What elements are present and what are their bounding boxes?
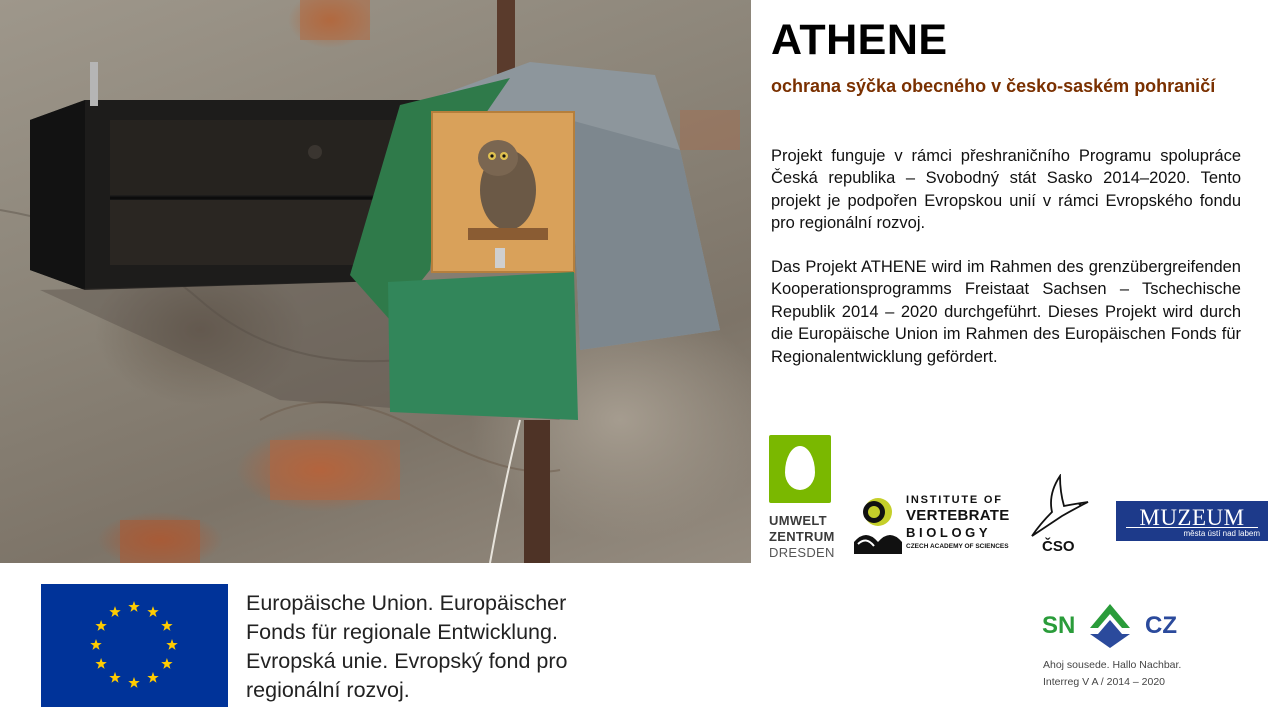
eu-flag-icon bbox=[41, 584, 228, 707]
sncz-cz: CZ bbox=[1145, 612, 1177, 639]
eu-funding-text: Europäische Union. Europäischer Fonds fü… bbox=[246, 589, 666, 705]
eu-text-line2: Fonds für regionale Entwicklung. bbox=[246, 620, 558, 644]
muzeum-usti-logo: MUZEUM města ústí nad labem bbox=[1116, 501, 1268, 541]
uz-line3: DRESDEN bbox=[769, 545, 835, 560]
eu-star-icon bbox=[128, 601, 140, 612]
owl-nest-box-photo bbox=[0, 0, 751, 563]
sncz-program: Interreg V A / 2014 – 2020 bbox=[1043, 676, 1166, 688]
eu-star-icon bbox=[109, 606, 121, 617]
ivb-line2: VERTEBRATE bbox=[906, 507, 1010, 524]
sncz-sn: SN bbox=[1042, 612, 1076, 639]
bird-and-fish-icon bbox=[854, 498, 902, 554]
project-title: ATHENE bbox=[771, 16, 948, 64]
photo-illustration bbox=[0, 0, 740, 563]
uz-line2: ZENTRUM bbox=[769, 529, 835, 544]
interreg-sn-cz-logo: SN CZ Ahoj sousede. Hallo Nachbar. Inter… bbox=[1036, 596, 1186, 696]
egg-logo-icon bbox=[769, 435, 831, 503]
bridge-icon bbox=[1090, 604, 1130, 648]
eu-star-icon bbox=[147, 671, 159, 683]
ivb-logo: INSTITUTE OF VERTEBRATE BIOLOGY CZECH AC… bbox=[852, 494, 1012, 558]
sncz-tagline: Ahoj sousede. Hallo Nachbar. bbox=[1043, 659, 1182, 671]
eu-text-line1: Europäische Union. Europäischer bbox=[246, 591, 567, 615]
eu-star-icon bbox=[161, 658, 173, 669]
eu-star-icon bbox=[147, 606, 159, 617]
paragraph-german: Das Projekt ATHENE wird im Rahmen des gr… bbox=[771, 258, 1241, 366]
eu-star-icon bbox=[95, 620, 107, 631]
ivb-line3: BIOLOGY bbox=[906, 525, 992, 540]
eu-star-icon bbox=[161, 620, 173, 631]
eu-text-line3: Evropská unie. Evropský fond pro bbox=[246, 649, 568, 673]
eu-text-line4: regionální rozvoj. bbox=[246, 678, 410, 702]
ivb-line1: INSTITUTE OF bbox=[906, 494, 1003, 506]
uz-line1: UMWELT bbox=[769, 513, 827, 528]
eu-star-icon bbox=[166, 639, 178, 650]
eu-stars-circle bbox=[90, 601, 178, 688]
cso-label: ČSO bbox=[1042, 538, 1075, 555]
umweltzentrum-dresden-logo: UMWELT ZENTRUM DRESDEN bbox=[769, 435, 841, 561]
eu-star-icon bbox=[95, 658, 107, 669]
swallow-icon bbox=[1031, 474, 1089, 537]
muzeum-city: města ústí nad labem bbox=[1183, 529, 1260, 538]
eu-star-icon bbox=[128, 677, 140, 688]
muzeum-divider bbox=[1126, 527, 1258, 528]
eu-star-icon bbox=[109, 671, 121, 683]
project-subtitle: ochrana sýčka obecného v česko-saském po… bbox=[771, 76, 1216, 96]
paragraph-czech: Projekt funguje v rámci přeshraničního P… bbox=[771, 147, 1241, 233]
eu-star-icon bbox=[90, 639, 102, 650]
cso-logo: ČSO bbox=[1030, 474, 1092, 556]
ivb-line4: CZECH ACADEMY OF SCIENCES bbox=[906, 543, 1009, 550]
